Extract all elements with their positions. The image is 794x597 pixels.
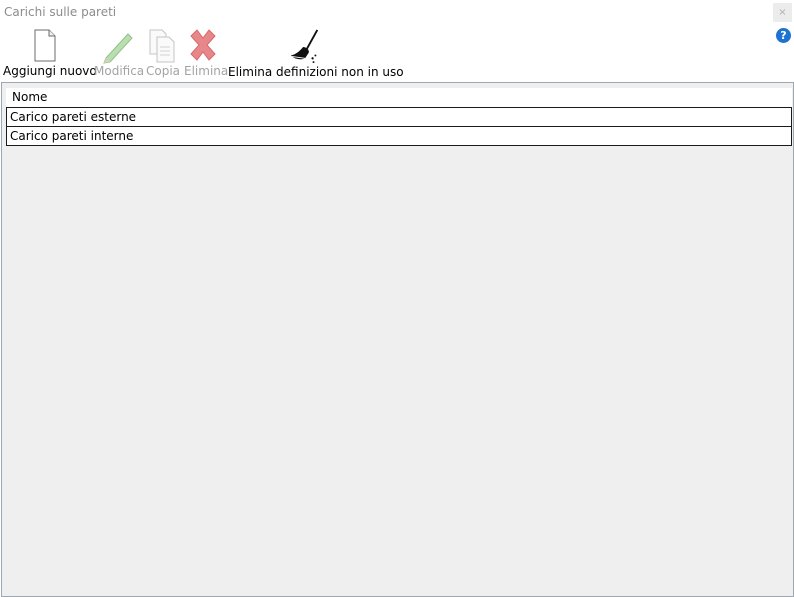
edit-label: Modifica: [94, 64, 145, 78]
delete-x-icon: [190, 29, 216, 61]
purge-unused-button[interactable]: Elimina definizioni non in uso: [228, 26, 404, 80]
broom-icon: [290, 29, 319, 64]
add-new-button[interactable]: Aggiungi nuovo: [3, 26, 97, 80]
copy-button[interactable]: Copia: [145, 26, 181, 80]
toolbar: Aggiungi nuovo Modifica Copia Elimina El…: [0, 26, 770, 80]
row-name: Carico pareti interne: [10, 129, 134, 143]
help-icon[interactable]: ?: [776, 28, 791, 43]
copy-label: Copia: [146, 64, 181, 78]
purge-unused-label: Elimina definizioni non in uso: [228, 65, 404, 79]
title-bar: Carichi sulle pareti ×: [0, 0, 794, 24]
add-new-label: Aggiungi nuovo: [3, 64, 97, 78]
delete-button[interactable]: Elimina: [183, 26, 229, 80]
new-document-icon: [34, 29, 56, 62]
table-row[interactable]: Carico pareti esterne: [6, 107, 792, 127]
pencil-icon: [103, 33, 133, 64]
column-header-name[interactable]: Nome: [6, 88, 792, 108]
copy-icon: [149, 29, 175, 63]
table-row[interactable]: Carico pareti interne: [6, 126, 792, 146]
edit-button[interactable]: Modifica: [94, 26, 145, 80]
row-name: Carico pareti esterne: [10, 110, 137, 124]
window-title: Carichi sulle pareti: [4, 5, 117, 19]
definitions-grid: Nome Carico pareti esterne Carico pareti…: [1, 82, 794, 597]
close-button[interactable]: ×: [773, 3, 792, 22]
column-header-label: Nome: [12, 90, 48, 104]
delete-label: Elimina: [184, 64, 229, 78]
